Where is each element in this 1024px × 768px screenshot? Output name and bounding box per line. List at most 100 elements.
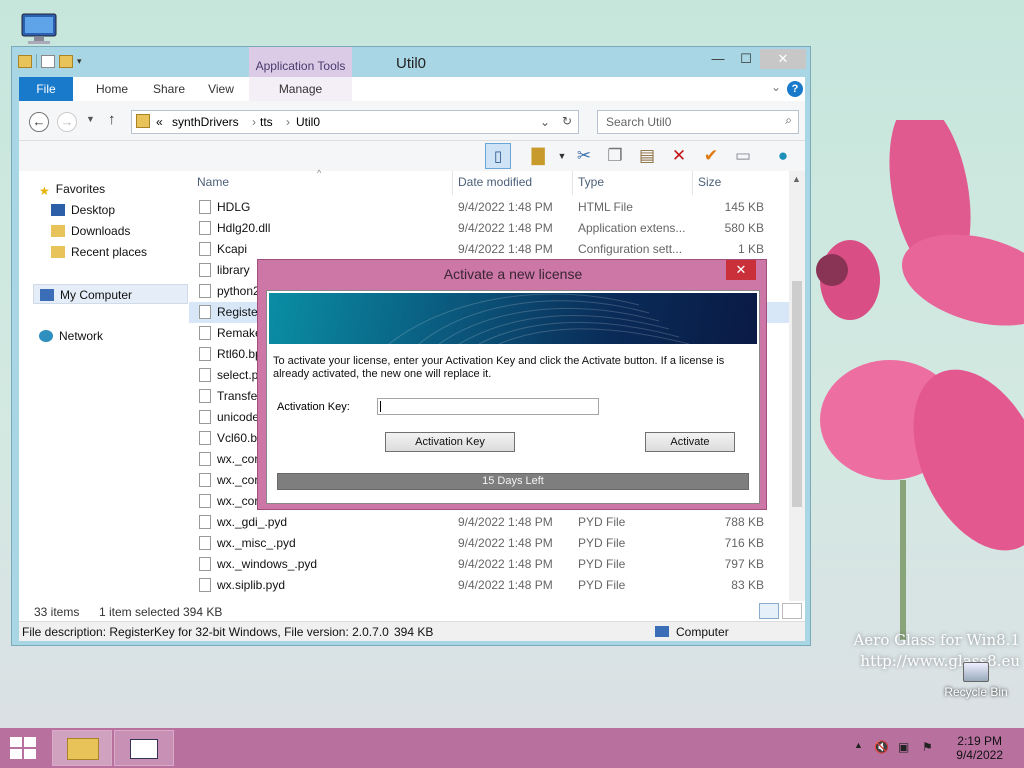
show-hidden-icons-icon[interactable]: ▲ [854, 740, 863, 750]
nav-network[interactable]: Network [39, 326, 103, 346]
tab-home[interactable]: Home [87, 77, 137, 101]
taskbar: ▲ 🔇 ▣ ⚑ 2:19 PM 9/4/2022 [0, 728, 1024, 768]
dialog-title: Activate a new license [443, 266, 583, 282]
file-size: 797 KB [724, 557, 764, 571]
file-description: File description: RegisterKey for 32-bit… [22, 625, 390, 639]
file-name: wx._gdi_.pyd [217, 515, 288, 529]
file-date: 9/4/2022 1:48 PM [458, 242, 553, 256]
file-name: select.p [217, 368, 259, 382]
column-divider[interactable] [572, 171, 573, 195]
breadcrumb-util0[interactable]: Util0 [296, 115, 320, 129]
select-all-icon[interactable]: ✔ [698, 143, 724, 169]
minimize-button[interactable]: — [704, 49, 732, 69]
column-divider[interactable] [692, 171, 693, 195]
column-divider[interactable] [452, 171, 453, 195]
file-icon [199, 200, 211, 214]
large-icons-view-button[interactable] [782, 603, 802, 619]
activation-key-input[interactable] [377, 398, 599, 415]
copy-icon[interactable]: ❐ [602, 143, 628, 169]
search-icon[interactable]: ⌕ [785, 113, 792, 128]
activation-key-button[interactable]: Activation Key [385, 432, 515, 452]
window-titlebar[interactable]: ▾ Util0 — ☐ ✕ [12, 47, 810, 77]
clock-time: 2:19 PM [957, 734, 1002, 748]
search-input[interactable]: Search Util0 ⌕ [597, 110, 799, 134]
desktop-icon [51, 204, 65, 216]
file-row[interactable]: wx._windows_.pyd 9/4/2022 1:48 PM PYD File… [189, 554, 789, 575]
cut-icon[interactable]: ✂ [571, 143, 597, 169]
tab-view[interactable]: View [199, 77, 243, 101]
preview-pane-icon[interactable]: ▯ [485, 143, 511, 169]
details-view-button[interactable] [759, 603, 779, 619]
nav-my-computer[interactable]: My Computer [33, 284, 188, 304]
taskbar-register-app[interactable] [114, 730, 174, 766]
scroll-up-icon[interactable]: ▲ [792, 174, 801, 184]
scrollbar-thumb[interactable] [792, 281, 802, 507]
file-icon [199, 578, 211, 592]
file-date: 9/4/2022 1:48 PM [458, 536, 553, 550]
nav-downloads[interactable]: Downloads [51, 221, 130, 241]
file-icon [199, 368, 211, 382]
file-type: PYD File [578, 536, 626, 550]
chevron-down-icon[interactable]: ⌄ [540, 115, 550, 129]
address-bar[interactable]: « synthDrivers › tts › Util0 ⌄ ↻ [131, 110, 579, 134]
file-row[interactable]: wx._misc_.pyd 9/4/2022 1:48 PM PYD File 716… [189, 533, 789, 554]
globe-icon[interactable]: ● [770, 143, 796, 169]
paste-icon[interactable]: ▤ [634, 143, 660, 169]
column-header-date[interactable]: Date modified [458, 175, 532, 189]
file-row[interactable]: wx._gdi_.pyd 9/4/2022 1:48 PM PYD File 788 … [189, 512, 789, 533]
breadcrumb-overflow[interactable]: « [156, 115, 163, 129]
column-header-name[interactable]: Name [197, 175, 229, 189]
action-center-icon[interactable]: ⚑ [922, 740, 933, 754]
system-clock[interactable]: 2:19 PM 9/4/2022 [956, 734, 1003, 762]
file-icon [199, 536, 211, 550]
tab-share[interactable]: Share [144, 77, 194, 101]
back-button[interactable]: ← [29, 112, 49, 132]
maximize-button[interactable]: ☐ [732, 49, 760, 69]
flower-wallpaper [816, 120, 1024, 640]
details-bar: File description: RegisterKey for 32-bit… [19, 621, 805, 641]
recent-locations-icon[interactable]: ▼ [86, 114, 95, 124]
tab-manage[interactable]: Manage [249, 77, 352, 101]
volume-muted-icon[interactable]: 🔇 [874, 740, 889, 754]
folder-options-icon[interactable]: ▇ [525, 143, 551, 169]
computer-desktop-icon[interactable] [18, 12, 60, 46]
breadcrumb-tts[interactable]: tts [260, 115, 273, 129]
file-icon [199, 410, 211, 424]
file-name: Kcapi [217, 242, 248, 256]
file-row[interactable]: Kcapi 9/4/2022 1:48 PM Configuration sett.… [189, 239, 789, 260]
delete-icon[interactable]: ✕ [666, 143, 692, 169]
file-row[interactable]: Hdlg20.dll 9/4/2022 1:48 PM Application ex… [189, 218, 789, 239]
file-row[interactable]: HDLG 9/4/2022 1:48 PM HTML File 145 KB [189, 197, 789, 218]
help-icon[interactable]: ? [787, 81, 803, 97]
nav-recent-places[interactable]: Recent places [51, 242, 147, 262]
close-button[interactable]: ✕ [760, 49, 806, 69]
ribbon-expand-icon[interactable]: ⌄ [771, 80, 781, 94]
breadcrumb-synthdrivers[interactable]: synthDrivers [172, 115, 239, 129]
file-name: python2 [217, 284, 260, 298]
file-icon [199, 473, 211, 487]
forward-button[interactable]: → [57, 112, 77, 132]
start-button[interactable] [8, 736, 38, 760]
watermark-line1: Aero Glass for Win8.1 [853, 631, 1020, 649]
column-header-size[interactable]: Size [698, 175, 721, 189]
file-explorer-icon [67, 738, 99, 760]
vertical-scrollbar[interactable]: ▲ ▼ [789, 171, 805, 621]
network-status-icon[interactable]: ▣ [898, 740, 909, 754]
tab-file[interactable]: File [19, 77, 73, 101]
trash-icon [963, 662, 989, 682]
file-size: 394 KB [394, 625, 434, 639]
up-arrow-icon[interactable]: ↑ [108, 111, 116, 128]
file-icon [199, 326, 211, 340]
activate-button[interactable]: Activate [645, 432, 735, 452]
taskbar-file-explorer[interactable] [52, 730, 112, 766]
recycle-bin-icon[interactable]: Recycle Bin [944, 662, 1008, 699]
file-row[interactable]: wx.siplib.pyd 9/4/2022 1:48 PM PYD File 83 … [189, 575, 789, 596]
location-label: Computer [676, 625, 729, 639]
nav-favorites[interactable]: ★ Favorites [39, 179, 105, 199]
banner-swirl-graphic [388, 293, 690, 344]
column-header-type[interactable]: Type [578, 175, 604, 189]
refresh-icon[interactable]: ↻ [562, 114, 572, 128]
nav-desktop[interactable]: Desktop [51, 200, 115, 220]
dialog-close-button[interactable]: ✕ [726, 260, 756, 280]
rename-icon[interactable]: ▭ [730, 143, 756, 169]
